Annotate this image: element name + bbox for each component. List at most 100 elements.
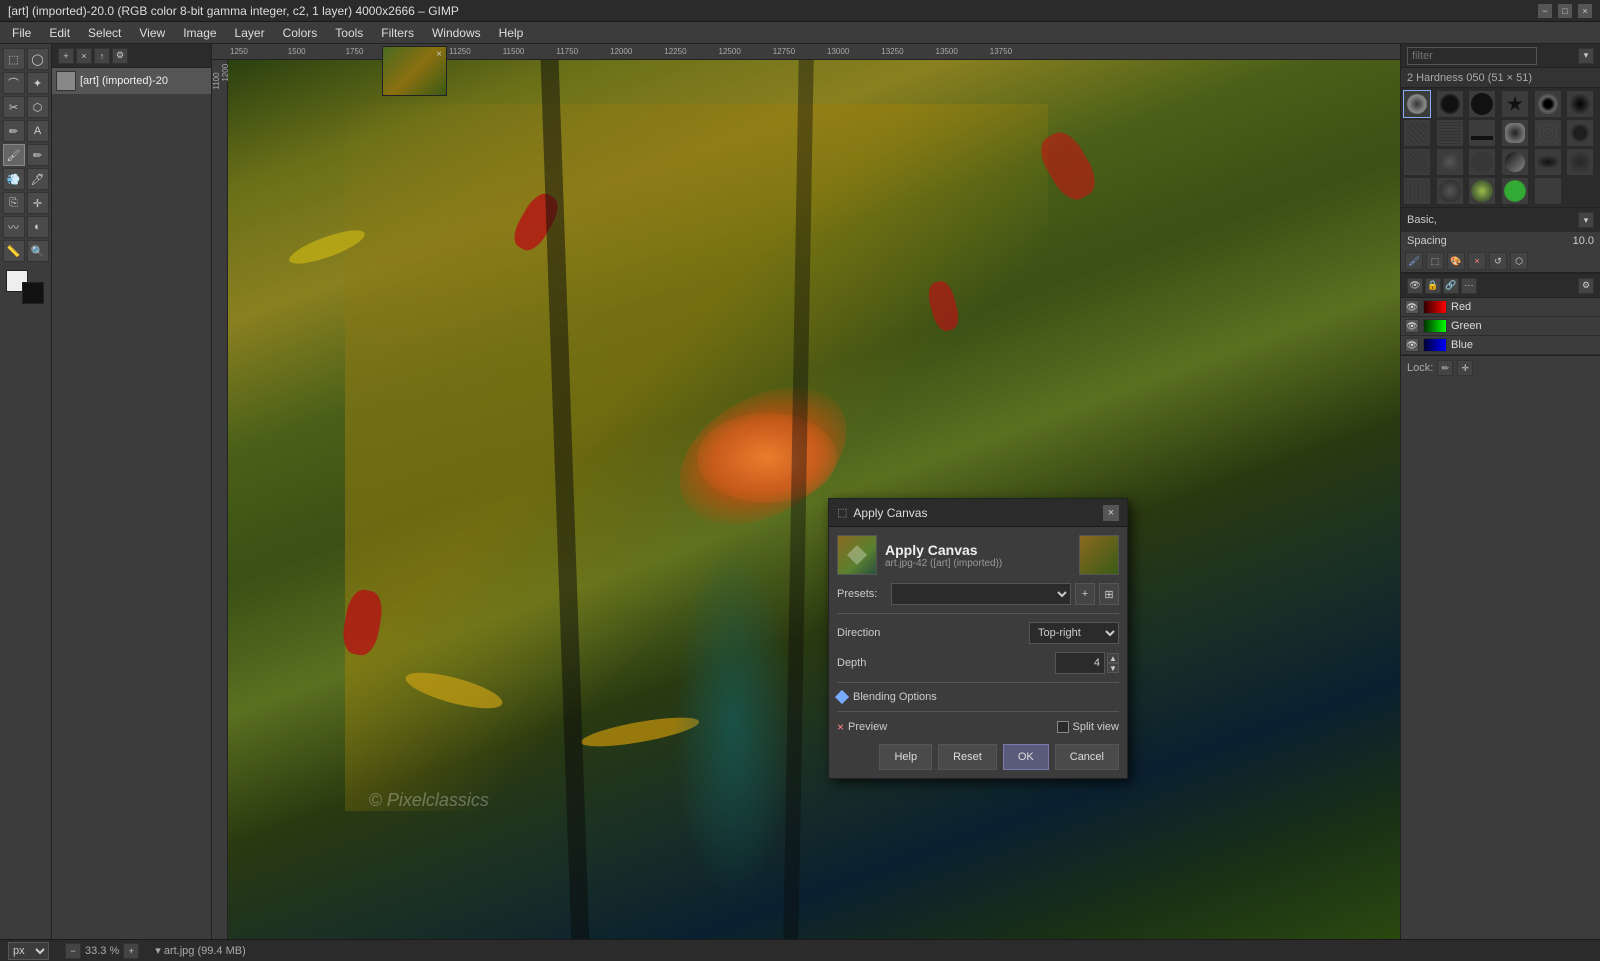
tool-zoom[interactable]: 🔍 <box>27 240 49 262</box>
brush-cell[interactable] <box>1436 148 1464 176</box>
brush-cell[interactable] <box>1468 177 1496 205</box>
tool-free-select[interactable]: ⌒ <box>3 72 25 94</box>
tool-smudge[interactable]: 〰 <box>3 216 25 238</box>
dialog-close-button[interactable]: × <box>1103 505 1119 521</box>
brush-cell[interactable] <box>1436 177 1464 205</box>
dialog-direction-select[interactable]: Top-right Top-left Bottom-right Bottom-l… <box>1029 622 1119 644</box>
preview-close[interactable]: × <box>434 49 444 59</box>
zoom-in-btn[interactable]: + <box>123 943 139 959</box>
menu-colors[interactable]: Colors <box>275 24 326 42</box>
brush-cell[interactable] <box>1501 119 1529 147</box>
tool-scissors[interactable]: ✂ <box>3 96 25 118</box>
brush-cell[interactable] <box>1403 148 1431 176</box>
menu-tools[interactable]: Tools <box>327 24 371 42</box>
to-x-btn[interactable]: × <box>1468 252 1486 270</box>
layers-up-btn[interactable]: ↑ <box>94 48 110 64</box>
menu-view[interactable]: View <box>131 24 173 42</box>
brush-cell[interactable] <box>1566 148 1594 176</box>
menu-edit[interactable]: Edit <box>41 24 78 42</box>
dialog-help-button[interactable]: Help <box>879 744 932 770</box>
brush-filter-input[interactable] <box>1407 47 1537 65</box>
channel-link-btn[interactable]: 🔗 <box>1443 278 1459 294</box>
to-refresh-btn[interactable]: ↺ <box>1489 252 1507 270</box>
brush-cell[interactable] <box>1501 177 1529 205</box>
to-paint-btn[interactable]: 🖌 <box>1405 252 1423 270</box>
brush-cell[interactable] <box>1501 148 1529 176</box>
tool-ellipse[interactable]: ◯ <box>27 48 49 70</box>
tool-heal[interactable]: ✛ <box>27 192 49 214</box>
dialog-split-view-checkbox[interactable] <box>1057 721 1069 733</box>
dialog-depth-down[interactable]: ▼ <box>1107 663 1119 673</box>
tool-text[interactable]: A <box>27 120 49 142</box>
background-color[interactable] <box>22 282 44 304</box>
menu-windows[interactable]: Windows <box>424 24 489 42</box>
channel-eye-blue[interactable]: 👁 <box>1405 338 1419 352</box>
tool-fuzzy[interactable]: ✦ <box>27 72 49 94</box>
tool-paint[interactable]: 🖌 <box>3 144 25 166</box>
dialog-preset-manage-btn[interactable]: ⊞ <box>1099 583 1119 605</box>
channel-row-blue[interactable]: 👁 Blue <box>1401 336 1600 355</box>
dialog-depth-up[interactable]: ▲ <box>1107 653 1119 663</box>
layers-new-btn[interactable]: + <box>58 48 74 64</box>
tool-ink[interactable]: 🖊 <box>27 168 49 190</box>
layers-delete-btn[interactable]: × <box>76 48 92 64</box>
tool-dodge[interactable]: ◐ <box>27 216 49 238</box>
to-ext-btn[interactable]: ⬡ <box>1510 252 1528 270</box>
channel-lock-btn[interactable]: 🔒 <box>1425 278 1441 294</box>
dialog-ok-button[interactable]: OK <box>1003 744 1049 770</box>
dialog-presets-select[interactable] <box>891 583 1071 605</box>
zoom-out-btn[interactable]: − <box>65 943 81 959</box>
to-color-btn[interactable]: 🎨 <box>1447 252 1465 270</box>
channel-eye-btn[interactable]: 👁 <box>1407 278 1423 294</box>
tool-paths[interactable]: ✏ <box>3 120 25 142</box>
brush-cell[interactable] <box>1468 119 1496 147</box>
tool-clone[interactable]: ⎘ <box>3 192 25 214</box>
menu-file[interactable]: File <box>4 24 39 42</box>
brush-cell[interactable] <box>1403 90 1431 118</box>
brush-cell[interactable] <box>1566 90 1594 118</box>
maximize-button[interactable]: □ <box>1558 4 1572 18</box>
tool-rectangle[interactable]: ⬚ <box>3 48 25 70</box>
brush-cell[interactable] <box>1436 119 1464 147</box>
channel-row-red[interactable]: 👁 Red <box>1401 298 1600 317</box>
brush-cell[interactable] <box>1468 90 1496 118</box>
layers-settings-btn[interactable]: ⚙ <box>112 48 128 64</box>
brush-cell[interactable] <box>1534 148 1562 176</box>
tool-pencil[interactable]: ✏ <box>27 144 49 166</box>
brush-cell[interactable] <box>1403 119 1431 147</box>
unit-select[interactable]: px in mm <box>8 942 49 960</box>
channel-eye-red[interactable]: 👁 <box>1405 300 1419 314</box>
brush-cell[interactable] <box>1436 90 1464 118</box>
menu-image[interactable]: Image <box>175 24 224 42</box>
to-layer-btn[interactable]: ⬚ <box>1426 252 1444 270</box>
lock-pixels-btn[interactable]: ✏ <box>1437 360 1453 376</box>
brush-cell[interactable] <box>1501 90 1529 118</box>
tool-measure[interactable]: 📏 <box>3 240 25 262</box>
tool-options-menu-btn[interactable]: ▾ <box>1578 212 1594 228</box>
dialog-preset-add-btn[interactable]: + <box>1075 583 1095 605</box>
tool-airbrush[interactable]: 💨 <box>3 168 25 190</box>
menu-filters[interactable]: Filters <box>373 24 422 42</box>
layer-item[interactable]: [art] (imported)-20 <box>52 68 211 94</box>
canvas-container[interactable]: © Pixelclassics <box>228 60 1400 943</box>
brush-cell[interactable] <box>1534 90 1562 118</box>
brush-cell[interactable] <box>1468 148 1496 176</box>
tool-foreground[interactable]: ⬡ <box>27 96 49 118</box>
menu-select[interactable]: Select <box>80 24 129 42</box>
dialog-cancel-button[interactable]: Cancel <box>1055 744 1119 770</box>
brush-cell[interactable] <box>1403 177 1431 205</box>
minimize-button[interactable]: − <box>1538 4 1552 18</box>
dialog-depth-input[interactable] <box>1055 652 1105 674</box>
dialog-reset-button[interactable]: Reset <box>938 744 997 770</box>
brush-cell[interactable] <box>1534 119 1562 147</box>
close-button[interactable]: × <box>1578 4 1592 18</box>
brush-menu-btn[interactable]: ▾ <box>1578 48 1594 64</box>
channels-settings-btn[interactable]: ⚙ <box>1578 278 1594 294</box>
menu-help[interactable]: Help <box>491 24 532 42</box>
brush-cell[interactable] <box>1534 177 1562 205</box>
menu-layer[interactable]: Layer <box>227 24 273 42</box>
brush-cell[interactable] <box>1566 119 1594 147</box>
channel-more-btn[interactable]: ⋯ <box>1461 278 1477 294</box>
channel-eye-green[interactable]: 👁 <box>1405 319 1419 333</box>
channel-row-green[interactable]: 👁 Green <box>1401 317 1600 336</box>
